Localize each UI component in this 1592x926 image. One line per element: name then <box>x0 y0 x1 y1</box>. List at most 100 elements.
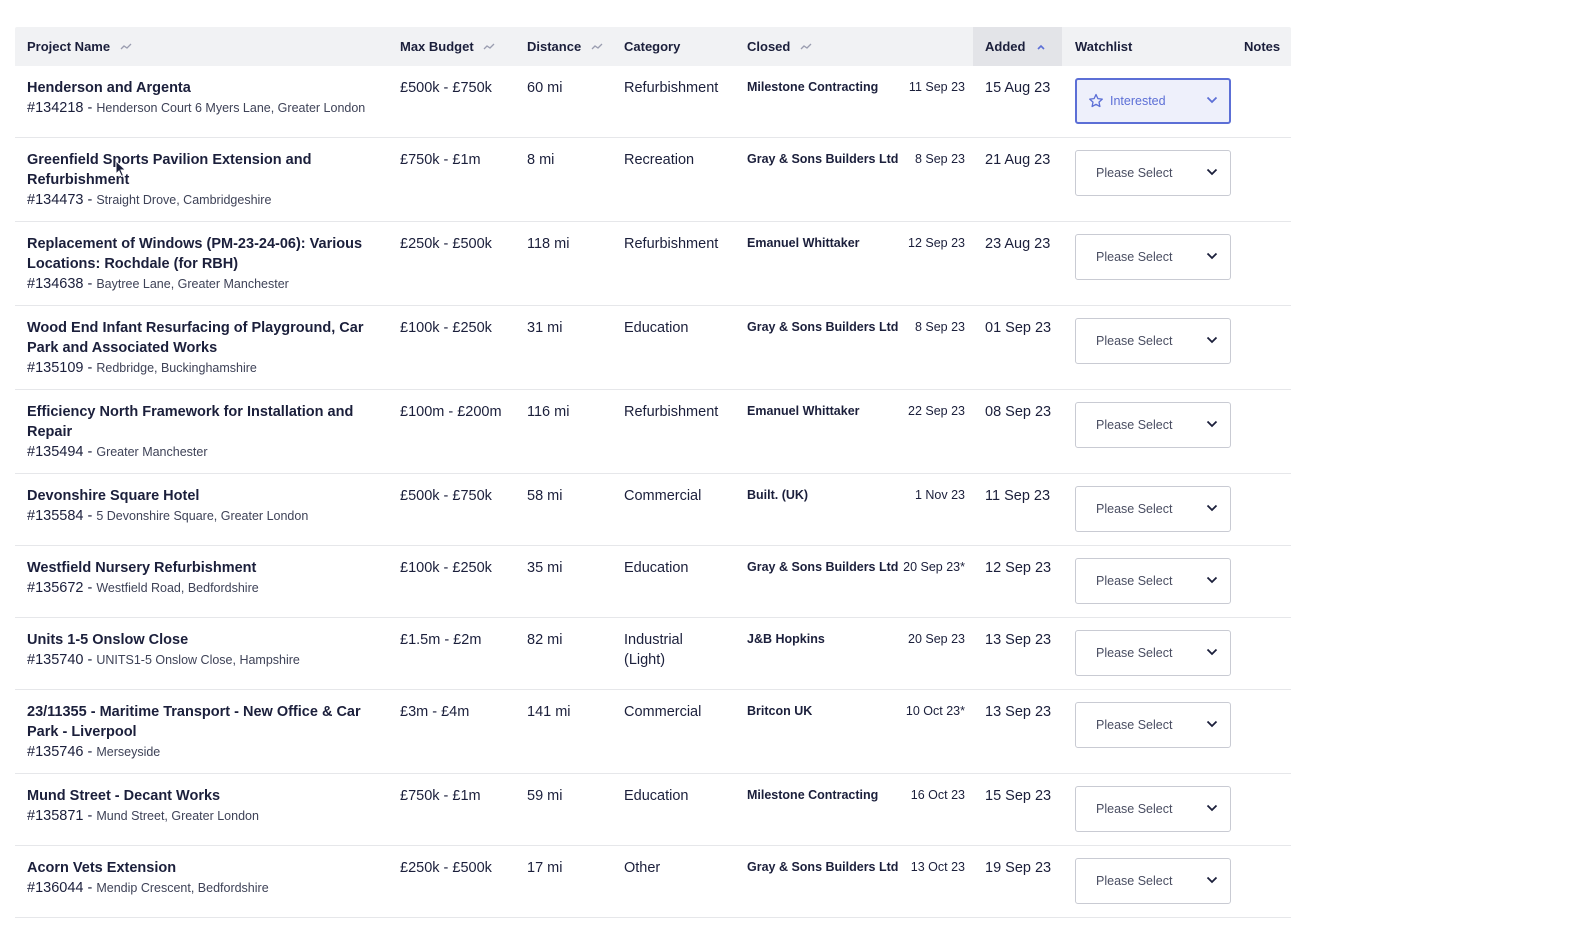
project-name-link[interactable]: Devonshire Square Hotel <box>27 486 377 506</box>
table-row[interactable]: Westfield Nursery Refurbishment #135672 -… <box>15 546 1291 618</box>
added-date: 08 Sep 23 <box>985 404 1052 420</box>
chevron-down-icon <box>1206 336 1218 344</box>
project-id: #134218 <box>27 100 84 116</box>
contractor-name: Gray & Sons Builders Ltd <box>747 560 899 574</box>
header-category: Category <box>624 27 680 66</box>
project-location: Westfield Road, Bedfordshire <box>96 581 259 595</box>
table-row[interactable]: Mund Street - Decant Works #135871 - Mund… <box>15 774 1291 846</box>
project-cell: Efficiency North Framework for Installat… <box>27 402 377 462</box>
header-max-budget[interactable]: Max Budget <box>400 27 495 66</box>
project-name-link[interactable]: 23/11355 - Maritime Transport - New Offi… <box>27 702 377 742</box>
table-row[interactable]: Wood End Infant Resurfacing of Playgroun… <box>15 306 1291 390</box>
project-location: 5 Devonshire Square, Greater London <box>96 509 309 523</box>
sort-icon[interactable] <box>800 43 812 51</box>
table-row[interactable]: 23/11355 - Maritime Transport - New Offi… <box>15 690 1291 774</box>
project-name-link[interactable]: Units 1-5 Onslow Close <box>27 630 377 650</box>
distance-cell: 31 mi <box>527 320 563 336</box>
watchlist-select[interactable]: Please Select <box>1075 702 1231 748</box>
project-name-link[interactable]: Henderson and Argenta <box>27 78 377 98</box>
watchlist-select[interactable]: Please Select <box>1075 402 1231 448</box>
contractor-name: Built. (UK) <box>747 488 809 502</box>
project-cell: 23/11355 - Maritime Transport - New Offi… <box>27 702 377 762</box>
distance-cell: 118 mi <box>527 236 570 252</box>
header-added[interactable]: Added <box>973 27 1062 66</box>
table-row[interactable]: Acorn Vets Extension #136044 - Mendip Cre… <box>15 846 1291 918</box>
contractor-name: Britcon UK <box>747 704 813 718</box>
added-date: 01 Sep 23 <box>985 320 1052 336</box>
budget-cell: £100k - £250k <box>400 320 492 336</box>
watchlist-select[interactable]: Please Select <box>1075 150 1231 196</box>
project-name-link[interactable]: Mund Street - Decant Works <box>27 786 377 806</box>
chevron-down-icon <box>1206 576 1218 584</box>
closed-date: 12 Sep 23 <box>908 236 965 250</box>
table-body: Henderson and Argenta #134218 - Henderson… <box>15 66 1291 918</box>
watchlist-select-value: Please Select <box>1096 166 1173 180</box>
contractor-name: Emanuel Whittaker <box>747 236 860 250</box>
chevron-down-icon <box>1206 96 1218 104</box>
header-project-name[interactable]: Project Name <box>27 27 132 66</box>
sort-icon[interactable] <box>591 43 603 51</box>
project-cell: Westfield Nursery Refurbishment #135672 -… <box>27 558 377 598</box>
table-row[interactable]: Greenfield Sports Pavilion Extension and… <box>15 138 1291 222</box>
header-distance[interactable]: Distance <box>527 27 603 66</box>
sort-ascending-icon[interactable] <box>1035 43 1047 51</box>
watchlist-select[interactable]: Please Select <box>1075 318 1231 364</box>
watchlist-select[interactable]: Please Select <box>1075 486 1231 532</box>
closed-date: 20 Sep 23 <box>908 632 965 646</box>
contractor-name: Gray & Sons Builders Ltd <box>747 152 899 166</box>
chevron-down-icon <box>1206 504 1218 512</box>
project-name-link[interactable]: Replacement of Windows (PM-23-24-06): Va… <box>27 234 377 274</box>
added-date: 13 Sep 23 <box>985 704 1052 720</box>
chevron-down-icon <box>1206 648 1218 656</box>
project-name-link[interactable]: Greenfield Sports Pavilion Extension and… <box>27 150 377 190</box>
watchlist-select[interactable]: Please Select <box>1075 858 1231 904</box>
table-row[interactable]: Efficiency North Framework for Installat… <box>15 390 1291 474</box>
project-name-link[interactable]: Acorn Vets Extension <box>27 858 377 878</box>
header-watchlist-label: Watchlist <box>1075 39 1133 54</box>
chevron-down-icon <box>1206 720 1218 728</box>
category-cell: Refurbishment <box>624 404 719 420</box>
added-date: 21 Aug 23 <box>985 152 1051 168</box>
sort-icon[interactable] <box>483 43 495 51</box>
project-id: #135494 <box>27 444 84 460</box>
project-meta: #135494 - Greater Manchester <box>27 444 208 460</box>
project-id: #136044 <box>27 880 84 896</box>
table-row[interactable]: Devonshire Square Hotel #135584 - 5 Devon… <box>15 474 1291 546</box>
project-cell: Mund Street - Decant Works #135871 - Mund… <box>27 786 377 826</box>
header-watchlist: Watchlist <box>1075 27 1132 66</box>
watchlist-select-value: Please Select <box>1096 802 1173 816</box>
watchlist-select[interactable]: Interested <box>1075 78 1231 124</box>
contractor-name: Milestone Contracting <box>747 80 879 94</box>
sort-icon[interactable] <box>120 43 132 51</box>
table-row[interactable]: Henderson and Argenta #134218 - Henderson… <box>15 66 1291 138</box>
project-cell: Devonshire Square Hotel #135584 - 5 Devon… <box>27 486 377 526</box>
project-id: #135871 <box>27 808 84 824</box>
project-name-link[interactable]: Efficiency North Framework for Installat… <box>27 402 377 442</box>
category-cell: Recreation <box>624 152 695 168</box>
project-location: Mendip Crescent, Bedfordshire <box>96 881 269 895</box>
table-row[interactable]: Replacement of Windows (PM-23-24-06): Va… <box>15 222 1291 306</box>
category-cell: Other <box>624 860 661 876</box>
closed-date: 16 Oct 23 <box>910 788 965 802</box>
budget-cell: £750k - £1m <box>400 788 481 804</box>
watchlist-select-value: Please Select <box>1096 574 1173 588</box>
watchlist-select[interactable]: Please Select <box>1075 786 1231 832</box>
distance-cell: 8 mi <box>527 152 555 168</box>
closed-date: 11 Sep 23 <box>908 80 965 94</box>
header-closed[interactable]: Closed <box>747 27 812 66</box>
watchlist-select[interactable]: Please Select <box>1075 558 1231 604</box>
project-name-link[interactable]: Wood End Infant Resurfacing of Playgroun… <box>27 318 377 358</box>
closed-date: 10 Oct 23* <box>905 704 965 718</box>
project-location: Merseyside <box>96 745 161 759</box>
watchlist-select[interactable]: Please Select <box>1075 630 1231 676</box>
projects-table: Project Name Max Budget Distance Categor… <box>15 27 1291 918</box>
project-location: Mund Street, Greater London <box>96 809 259 823</box>
table-row[interactable]: Units 1-5 Onslow Close #135740 - UNITS1-5… <box>15 618 1291 690</box>
header-notes: Notes <box>1244 27 1280 66</box>
watchlist-select[interactable]: Please Select <box>1075 234 1231 280</box>
header-project-name-label: Project Name <box>27 39 111 54</box>
added-date: 15 Aug 23 <box>985 80 1051 96</box>
project-name-link[interactable]: Westfield Nursery Refurbishment <box>27 558 377 578</box>
watchlist-select-value: Please Select <box>1096 718 1173 732</box>
header-max-budget-label: Max Budget <box>400 39 474 54</box>
